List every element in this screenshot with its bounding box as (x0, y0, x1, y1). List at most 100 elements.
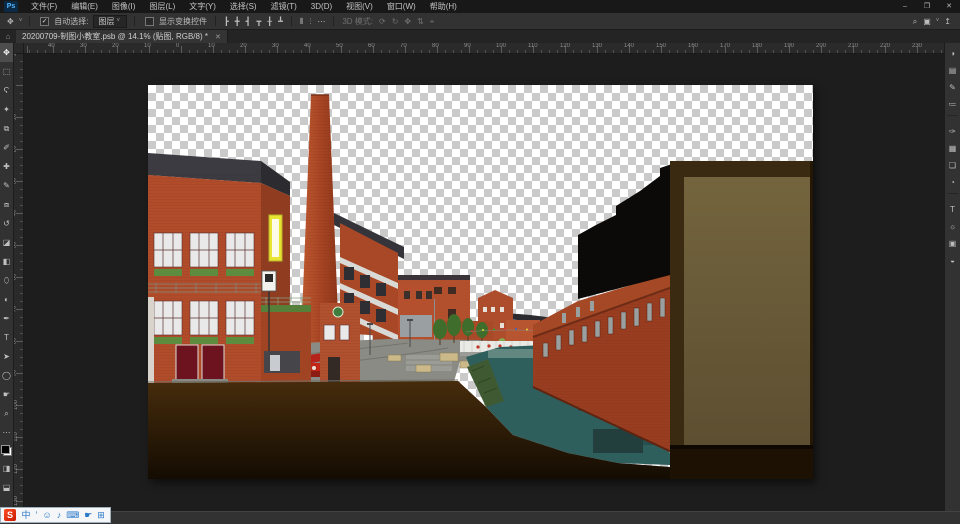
marquee-tool[interactable]: ⬚ (0, 62, 13, 81)
threed-mode-icon-0[interactable]: ⟳ (376, 14, 389, 29)
magic-wand-tool[interactable]: ✦ (0, 100, 13, 119)
properties-panel-icon[interactable]: ≔ (945, 96, 960, 113)
show-transform-checkbox[interactable] (145, 17, 154, 26)
threed-mode-icon-4[interactable]: ⌖ (427, 14, 438, 29)
auto-select-dropdown[interactable]: 图层 ˅ (93, 15, 127, 28)
brush-tool[interactable]: ✎ (0, 176, 13, 195)
auto-select-label: 自动选择: (54, 16, 88, 27)
healing-brush-tool[interactable]: ✚ (0, 157, 13, 176)
vertical-ruler[interactable]: 100102030405060708090100110120130 (13, 53, 24, 512)
foreground-color-swatch[interactable] (1, 445, 10, 454)
adjust2-panel-icon[interactable]: ◒ (945, 252, 960, 269)
ime-toolbar[interactable]: S 中’☺♪⌨☛⊞ (0, 507, 111, 523)
menu-item-3[interactable]: 图层(L) (142, 0, 182, 13)
crop-tool[interactable]: ⧉ (0, 119, 13, 138)
workspace-icon[interactable]: ▣ (920, 14, 934, 29)
align-icon-1[interactable]: ╋ (232, 14, 243, 29)
ime-button-3[interactable]: ♪ (54, 508, 64, 522)
brushes-panel-icon[interactable]: ✑ (945, 123, 960, 140)
clone-stamp-tool[interactable]: ⧈ (0, 195, 13, 214)
distribute-icon-0[interactable]: ⫴ (297, 14, 306, 29)
sogou-logo-icon[interactable]: S (4, 509, 16, 521)
ime-button-5[interactable]: ☛ (82, 508, 95, 522)
h-ruler-label: 210 (848, 43, 858, 49)
menu-item-7[interactable]: 3D(D) (304, 0, 339, 13)
align-icon-0[interactable]: ┣ (221, 14, 232, 29)
adjustments-panel-icon[interactable]: ◔ (945, 174, 960, 191)
menu-item-8[interactable]: 视图(V) (339, 0, 380, 13)
align-icon-3[interactable]: ┳ (253, 14, 264, 29)
menu-item-1[interactable]: 编辑(E) (64, 0, 105, 13)
ime-button-4[interactable]: ⌨ (64, 508, 82, 522)
ime-button-6[interactable]: ⊞ (95, 508, 108, 522)
edit-toolbar[interactable]: ⋯ (0, 423, 13, 442)
search-icon[interactable]: ⌕ (910, 14, 920, 29)
menu-item-9[interactable]: 窗口(W) (380, 0, 423, 13)
lasso-tool[interactable]: Ϛ (0, 81, 13, 100)
eyedropper-tool[interactable]: ✐ (0, 138, 13, 157)
shape-tool[interactable]: ◯ (0, 366, 13, 385)
h-ruler-label: 200 (816, 43, 826, 49)
menu-item-4[interactable]: 文字(Y) (182, 0, 223, 13)
menu-item-0[interactable]: 文件(F) (24, 0, 64, 13)
libraries-panel-icon[interactable]: ▣ (945, 235, 960, 252)
align-icon-4[interactable]: ╂ (264, 14, 275, 29)
home-icon[interactable]: ⌂ (0, 30, 16, 43)
separator (29, 16, 30, 26)
horizontal-ruler[interactable]: 4030201001020304050607080901001101201301… (23, 43, 945, 54)
quick-mask[interactable]: ◨ (0, 459, 13, 478)
hand-tool[interactable]: ☛ (0, 385, 13, 404)
brush-settings-panel-icon[interactable]: ✎ (945, 79, 960, 96)
minimize-button[interactable]: – (894, 0, 916, 13)
learn-panel-icon[interactable]: ☼ (945, 218, 960, 235)
ime-button-1[interactable]: ’ (33, 508, 40, 522)
menu-item-10[interactable]: 帮助(H) (423, 0, 464, 13)
zoom-tool[interactable]: ⌕ (0, 404, 13, 423)
restore-button[interactable]: ❐ (916, 0, 938, 13)
type-tool[interactable]: T (0, 328, 13, 347)
threed-mode-icon-1[interactable]: ↻ (389, 14, 402, 29)
share-icon[interactable]: ↥ (941, 14, 954, 29)
distribute-icon-1[interactable]: ⫶ (306, 14, 314, 29)
ime-button-2[interactable]: ☺ (40, 508, 54, 522)
h-ruler-label: 100 (496, 43, 506, 49)
threed-mode-icon-2[interactable]: ✥ (401, 14, 414, 29)
swatches-panel-icon[interactable]: ▤ (945, 62, 960, 79)
glyphs-panel-icon[interactable]: T (945, 201, 960, 218)
h-ruler-label: 190 (784, 43, 794, 49)
color-panel-icon[interactable]: ◑ (945, 45, 960, 62)
history-brush-tool[interactable]: ↺ (0, 214, 13, 233)
menu-item-5[interactable]: 选择(S) (223, 0, 264, 13)
align-icon-5[interactable]: ┻ (275, 14, 286, 29)
color-swatches[interactable] (1, 445, 12, 456)
pen-tool[interactable]: ✒ (0, 309, 13, 328)
eraser-tool[interactable]: ◪ (0, 233, 13, 252)
path-select-tool[interactable]: ➤ (0, 347, 13, 366)
olive-facade-building (670, 161, 813, 479)
menu-item-6[interactable]: 滤镜(T) (264, 0, 304, 13)
move-tool-icon[interactable]: ✥ (4, 14, 17, 29)
separator (333, 16, 334, 26)
ruler-origin-button[interactable] (13, 43, 24, 54)
document-tab[interactable]: 20200709-制图小教室.psb @ 14.1% (贴图, RGB/8) *… (16, 30, 228, 43)
move-tool[interactable]: ✥ (0, 43, 13, 62)
layers-panel-icon[interactable]: ❏ (945, 157, 960, 174)
canvas[interactable] (148, 85, 813, 479)
title-bar: Ps 文件(F)编辑(E)图像(I)图层(L)文字(Y)选择(S)滤镜(T)3D… (0, 0, 960, 13)
dodge-tool[interactable]: ◐ (0, 290, 13, 309)
ime-button-0[interactable]: 中 (19, 508, 33, 522)
gradient-tool[interactable]: ◧ (0, 252, 13, 271)
menu-item-2[interactable]: 图像(I) (105, 0, 143, 13)
screen-mode[interactable]: ⬓ (0, 478, 13, 497)
workspace-caret-icon[interactable]: ˅ (934, 18, 942, 24)
h-ruler-label: 90 (464, 43, 471, 49)
close-button[interactable]: ✕ (938, 0, 960, 13)
tab-close-icon[interactable]: ✕ (215, 33, 221, 41)
threed-mode-icon-3[interactable]: ⇅ (414, 14, 427, 29)
auto-select-checkbox[interactable]: ✓ (40, 17, 49, 26)
blur-tool[interactable]: ⬯ (0, 271, 13, 290)
distribute-icon-2[interactable]: ⋯ (314, 14, 328, 29)
align-icon-2[interactable]: ┫ (243, 14, 254, 29)
patterns-panel-icon[interactable]: ▦ (945, 140, 960, 157)
tool-preset-caret-icon[interactable]: ˅ (17, 18, 25, 24)
